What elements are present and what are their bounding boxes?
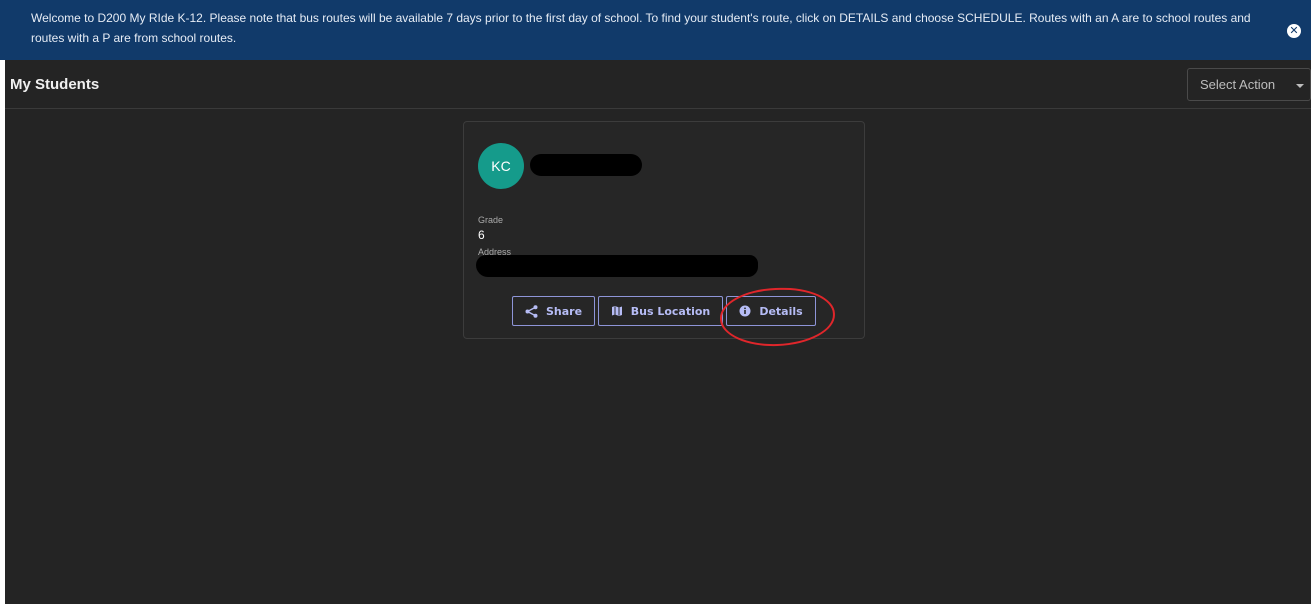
avatar: KC: [478, 143, 524, 189]
welcome-banner: Welcome to D200 My RIde K-12. Please not…: [0, 0, 1311, 60]
redacted-address: [476, 255, 758, 277]
share-button[interactable]: Share: [512, 296, 595, 326]
banner-message: Welcome to D200 My RIde K-12. Please not…: [31, 11, 1251, 45]
bus-location-button[interactable]: Bus Location: [598, 296, 723, 326]
select-action-dropdown[interactable]: Select Action: [1187, 68, 1311, 101]
redacted-student-name: [530, 154, 642, 176]
grade-value: 6: [478, 228, 485, 242]
page-header: My Students Select Action: [5, 60, 1311, 109]
page-title: My Students: [10, 76, 100, 93]
caret-down-icon: [1296, 84, 1304, 88]
share-label: Share: [545, 304, 583, 318]
select-action-label: Select Action: [1200, 77, 1276, 92]
grade-label: Grade: [478, 215, 504, 225]
bus-location-label: Bus Location: [630, 304, 711, 318]
share-icon: [525, 304, 538, 318]
map-icon: [611, 306, 622, 316]
close-icon[interactable]: ✕: [1287, 24, 1301, 38]
app-root: Welcome to D200 My RIde K-12. Please not…: [0, 0, 1311, 604]
